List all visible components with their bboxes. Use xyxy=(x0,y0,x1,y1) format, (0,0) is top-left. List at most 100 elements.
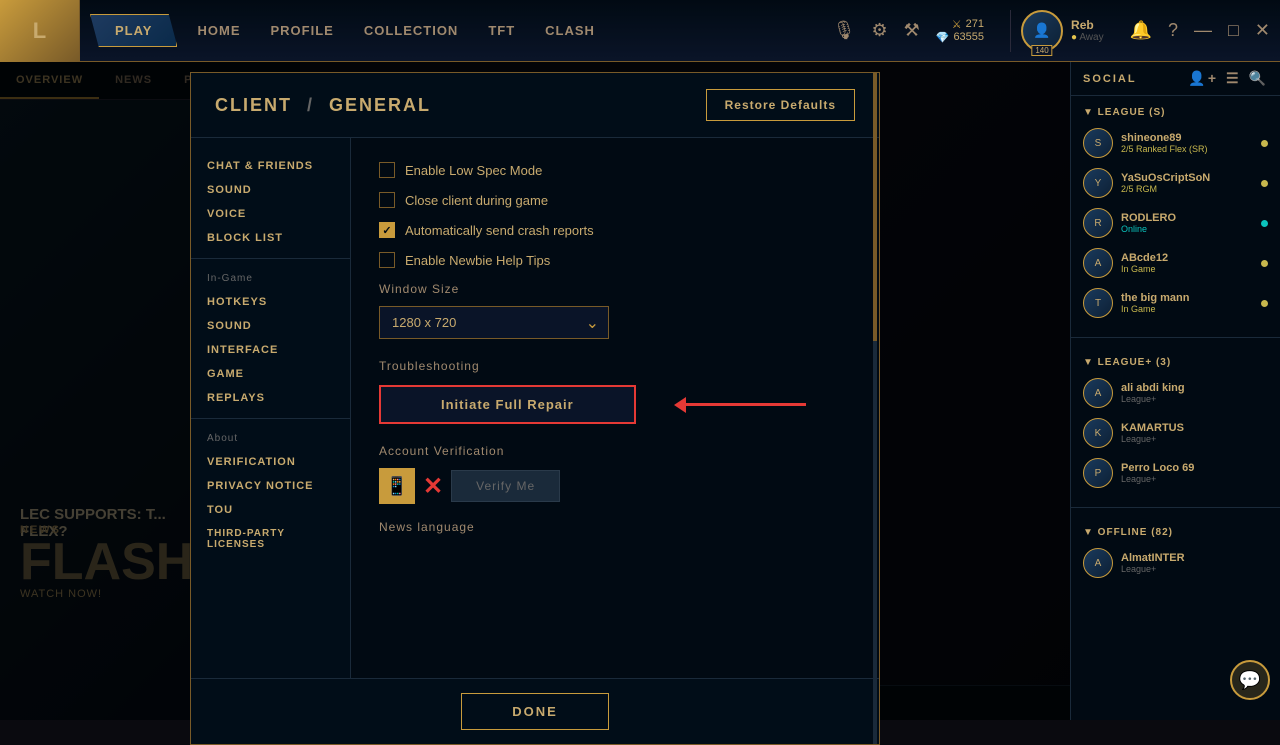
sidebar-item-game[interactable]: GAME xyxy=(191,362,350,386)
troubleshooting-label: Troubleshooting xyxy=(379,359,851,373)
friend-status: In Game xyxy=(1121,304,1253,314)
close-client-checkbox[interactable] xyxy=(379,192,395,208)
minimize-icon[interactable]: — xyxy=(1194,20,1212,41)
league-section: ▼ LEAGUE (S) S shineone89 2/5 Ranked Fle… xyxy=(1071,96,1280,329)
help-icon[interactable]: ? xyxy=(1168,20,1178,41)
friend-info: YaSuOsCriptSoN 2/5 RGM xyxy=(1121,172,1253,194)
window-size-select-container: 1280 x 720 ⌄ xyxy=(379,306,609,339)
divider xyxy=(1071,337,1280,338)
friend-info: the big mann In Game xyxy=(1121,292,1253,314)
friend-avatar: R xyxy=(1083,208,1113,238)
repair-container: Initiate Full Repair xyxy=(379,385,636,424)
social-search-icon[interactable]: 🔍 xyxy=(1249,70,1268,87)
low-spec-checkbox[interactable] xyxy=(379,162,395,178)
done-button[interactable]: DONE xyxy=(461,693,609,730)
friend-item[interactable]: T the big mann In Game xyxy=(1071,283,1280,323)
arrow-line xyxy=(686,403,806,406)
friend-avatar: S xyxy=(1083,128,1113,158)
modal-footer: DONE xyxy=(191,678,879,744)
league-plus-header[interactable]: ▼ LEAGUE+ (3) xyxy=(1071,352,1280,373)
friend-status: League+ xyxy=(1121,394,1268,404)
add-friend-button[interactable]: 👤+ xyxy=(1188,70,1218,87)
be-icon: 💎 xyxy=(936,31,950,44)
crash-reports-label: Automatically send crash reports xyxy=(405,223,594,238)
friend-item[interactable]: Y YaSuOsCriptSoN 2/5 RGM xyxy=(1071,163,1280,203)
sidebar-group-in-game: In-Game xyxy=(191,267,350,290)
scrollbar[interactable] xyxy=(873,73,877,744)
low-spec-label: Enable Low Spec Mode xyxy=(405,163,542,178)
status-dot xyxy=(1261,220,1268,227)
league-section-header[interactable]: ▼ LEAGUE (S) xyxy=(1071,102,1280,123)
friend-info: AlmatINTER League+ xyxy=(1121,552,1268,574)
friend-avatar: K xyxy=(1083,418,1113,448)
microphone-icon[interactable]: 🎙 xyxy=(833,20,856,41)
sidebar-item-interface[interactable]: INTERFACE xyxy=(191,338,350,362)
setting-newbie-tips: Enable Newbie Help Tips xyxy=(379,252,851,268)
offline-header[interactable]: ▼ OFFLINE (82) xyxy=(1071,522,1280,543)
nav-home[interactable]: HOME xyxy=(197,19,240,42)
nav-clash[interactable]: CLASH xyxy=(545,19,595,42)
sidebar-item-third-party[interactable]: THIRD-PARTY LICENSES xyxy=(191,522,350,556)
maximize-icon[interactable]: □ xyxy=(1228,20,1239,41)
settings-icon[interactable]: ⚙ xyxy=(871,20,887,41)
friend-item[interactable]: A ali abdi king League+ xyxy=(1071,373,1280,413)
restore-defaults-button[interactable]: Restore Defaults xyxy=(706,89,855,121)
newbie-tips-label: Enable Newbie Help Tips xyxy=(405,253,550,268)
profile-info: Reb ● Away xyxy=(1071,18,1104,43)
friend-avatar: T xyxy=(1083,288,1113,318)
friend-item[interactable]: S shineone89 2/5 Ranked Flex (SR) xyxy=(1071,123,1280,163)
sidebar-item-privacy[interactable]: PRIVACY NOTICE xyxy=(191,474,350,498)
nav-collection[interactable]: COLLECTION xyxy=(364,19,459,42)
right-panel: SOCIAL 👤+ ☰ 🔍 ▼ LEAGUE (S) S shineone89 … xyxy=(1070,62,1280,720)
friend-status: League+ xyxy=(1121,434,1268,444)
nav-links: HOME PROFILE COLLECTION TFT CLASH xyxy=(197,19,832,42)
profile-section[interactable]: 👤 140 Reb ● Away xyxy=(1010,10,1114,52)
close-client-label: Close client during game xyxy=(405,193,548,208)
sidebar-item-chat-friends[interactable]: CHAT & FRIENDS xyxy=(191,154,350,178)
sidebar-divider xyxy=(191,418,350,419)
friend-item[interactable]: R RODLERO Online xyxy=(1071,203,1280,243)
tools-icon[interactable]: ⚒ xyxy=(904,20,920,41)
nav-profile[interactable]: PROFILE xyxy=(270,19,333,42)
crash-reports-checkbox[interactable] xyxy=(379,222,395,238)
friend-list-icon[interactable]: ☰ xyxy=(1226,70,1241,87)
friend-name: KAMARTUS xyxy=(1121,422,1268,434)
sidebar-item-block-list[interactable]: BLOCK LIST xyxy=(191,226,350,250)
sidebar-item-verification[interactable]: VERIFICATION xyxy=(191,450,350,474)
friend-name: ABcde12 xyxy=(1121,252,1253,264)
friend-item[interactable]: A ABcde12 In Game xyxy=(1071,243,1280,283)
play-button[interactable]: PLAY xyxy=(90,14,177,47)
currency-display: ⚔ 271 💎 63555 xyxy=(936,18,984,44)
sidebar-item-replays[interactable]: REPLAYS xyxy=(191,386,350,410)
friend-item[interactable]: P Perro Loco 69 League+ xyxy=(1071,453,1280,493)
friend-info: ali abdi king League+ xyxy=(1121,382,1268,404)
scroll-thumb xyxy=(873,73,877,341)
setting-crash-reports: Automatically send crash reports xyxy=(379,222,851,238)
friend-item[interactable]: K KAMARTUS League+ xyxy=(1071,413,1280,453)
arrow-indicator xyxy=(674,397,806,413)
nav-tft[interactable]: TFT xyxy=(488,19,515,42)
friend-avatar: Y xyxy=(1083,168,1113,198)
notifications-icon[interactable]: 🔔 xyxy=(1130,20,1152,41)
newbie-tips-checkbox[interactable] xyxy=(379,252,395,268)
settings-modal: CLIENT / GENERAL Restore Defaults CHAT &… xyxy=(190,72,880,745)
logo[interactable]: L xyxy=(0,0,80,62)
chat-icon[interactable]: 💬 xyxy=(1230,660,1270,700)
sidebar-item-sound[interactable]: SOUND xyxy=(191,178,350,202)
friend-avatar: A xyxy=(1083,248,1113,278)
modal-sidebar: CHAT & FRIENDS SOUND VOICE BLOCK LIST In… xyxy=(191,138,351,678)
friend-item[interactable]: A AlmatINTER League+ xyxy=(1071,543,1280,583)
initiate-full-repair-button[interactable]: Initiate Full Repair xyxy=(379,385,636,424)
close-icon[interactable]: ✕ xyxy=(1255,20,1270,41)
friend-status: In Game xyxy=(1121,264,1253,274)
sidebar-item-voice[interactable]: VOICE xyxy=(191,202,350,226)
window-size-select[interactable]: 1280 x 720 xyxy=(379,306,609,339)
sidebar-item-sound-2[interactable]: SOUND xyxy=(191,314,350,338)
verify-me-button[interactable]: Verify Me xyxy=(451,470,560,502)
friend-status: 2/5 RGM xyxy=(1121,184,1253,194)
friend-info: Perro Loco 69 League+ xyxy=(1121,462,1268,484)
sidebar-item-hotkeys[interactable]: HOTKEYS xyxy=(191,290,350,314)
setting-low-spec: Enable Low Spec Mode xyxy=(379,162,851,178)
be-value: 63555 xyxy=(953,31,984,43)
sidebar-item-tou[interactable]: TOU xyxy=(191,498,350,522)
